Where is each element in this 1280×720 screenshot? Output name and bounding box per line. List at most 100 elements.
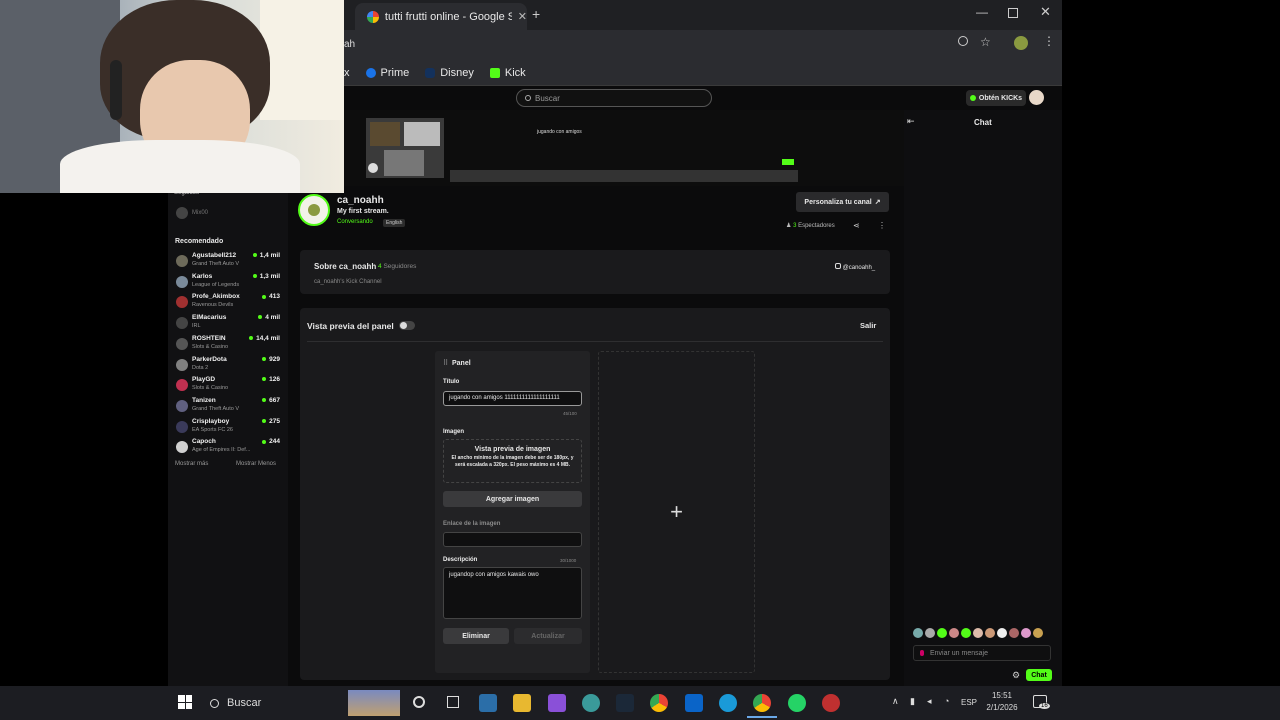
emote-icon[interactable] bbox=[925, 628, 935, 638]
outlook-icon[interactable] bbox=[685, 694, 703, 712]
bookmark-x[interactable]: x bbox=[344, 67, 350, 79]
profile-avatar[interactable] bbox=[1014, 36, 1028, 50]
notepad-icon[interactable] bbox=[479, 694, 497, 712]
chat-send-button[interactable]: Chat bbox=[1026, 669, 1052, 681]
speaker-icon[interactable]: ◂ bbox=[927, 696, 932, 707]
bookmark-prime[interactable]: Prime bbox=[365, 67, 409, 79]
list-item[interactable]: Agustabell212 Grand Theft Auto V 1,4 mil bbox=[174, 252, 282, 272]
channel-avatar[interactable] bbox=[298, 194, 330, 226]
network-icon[interactable]: ◔ bbox=[944, 696, 949, 706]
minimize-button[interactable]: — bbox=[976, 5, 988, 19]
cortana-icon[interactable] bbox=[413, 696, 425, 708]
stream-caption: jugando con amigos bbox=[537, 129, 582, 135]
viewer-count: 14,4 mil bbox=[249, 335, 280, 342]
whatsapp-icon[interactable] bbox=[788, 694, 806, 712]
update-button[interactable]: Actualizar bbox=[514, 628, 582, 644]
kick-icon bbox=[489, 67, 500, 78]
zoom-icon[interactable] bbox=[958, 36, 968, 46]
task-view-icon[interactable] bbox=[447, 696, 459, 708]
emote-icon[interactable] bbox=[1021, 628, 1031, 638]
panel-preview-toggle[interactable] bbox=[399, 321, 415, 330]
file-explorer-icon[interactable] bbox=[513, 694, 531, 712]
chat-input[interactable]: Enviar un mensaje bbox=[913, 645, 1051, 661]
bookmark-disney[interactable]: Disney bbox=[425, 67, 474, 79]
chat-panel bbox=[904, 110, 1062, 686]
viewer-count: 126 bbox=[262, 376, 280, 383]
viewer-count: 1,3 mil bbox=[253, 273, 280, 280]
title-input[interactable]: jugando con amigos 1111111111111111111 bbox=[443, 391, 582, 406]
mic-tray-icon[interactable]: ▮ bbox=[910, 696, 915, 707]
app-icon[interactable] bbox=[548, 694, 566, 712]
list-item[interactable]: ElMacarius IRL 4 mil bbox=[174, 314, 282, 334]
more-options-icon[interactable]: ⋮ bbox=[878, 221, 886, 230]
drag-handle-icon[interactable]: ⠿ bbox=[443, 359, 448, 367]
emote-icon[interactable] bbox=[997, 628, 1007, 638]
restore-button[interactable] bbox=[1008, 8, 1018, 18]
list-item[interactable]: Capoch Age of Empires II: Def... 244 bbox=[174, 438, 282, 458]
following-item[interactable]: Mix00 bbox=[174, 207, 282, 219]
browser-tab[interactable]: tutti frutti online - Google Sea ✕ bbox=[355, 3, 527, 30]
clock[interactable]: 15:51 2/1/2026 bbox=[985, 690, 1019, 714]
list-item[interactable]: Karlos League of Legends 1,3 mil bbox=[174, 273, 282, 293]
divider bbox=[307, 341, 883, 342]
list-item[interactable]: Tanizen Grand Theft Auto V 667 bbox=[174, 397, 282, 417]
tab-title: tutti frutti online - Google Sea bbox=[384, 10, 512, 23]
edge-icon[interactable] bbox=[719, 694, 737, 712]
emote-icon[interactable] bbox=[949, 628, 959, 638]
about-title: Sobre ca_noahh bbox=[314, 262, 377, 271]
app-icon[interactable] bbox=[822, 694, 840, 712]
new-tab-button[interactable]: + bbox=[532, 6, 540, 22]
instagram-link[interactable]: @canoahh_ bbox=[835, 263, 875, 271]
language-indicator[interactable]: ESP bbox=[961, 698, 977, 707]
search-placeholder: Buscar bbox=[535, 93, 560, 103]
app-icon[interactable] bbox=[582, 694, 600, 712]
emote-icon[interactable] bbox=[1009, 628, 1019, 638]
user-avatar[interactable] bbox=[1029, 90, 1044, 105]
play-icon[interactable] bbox=[368, 163, 378, 173]
chrome-icon[interactable] bbox=[650, 694, 668, 712]
emote-icon[interactable] bbox=[985, 628, 995, 638]
streamer-category: Grand Theft Auto V bbox=[192, 261, 239, 267]
list-item[interactable]: Crisplayboy EA Sports FC 26 275 bbox=[174, 418, 282, 438]
avatar bbox=[176, 317, 188, 330]
search-input[interactable]: Buscar bbox=[516, 89, 712, 107]
stream-category[interactable]: Conversando bbox=[337, 219, 373, 225]
delete-button[interactable]: Eliminar bbox=[443, 628, 509, 644]
chat-settings-icon[interactable]: ⚙ bbox=[1012, 670, 1020, 681]
list-item[interactable]: Profe_Akimbox Ravenous Devils 413 bbox=[174, 293, 282, 313]
viewers-number: 3 bbox=[793, 223, 797, 229]
exit-button[interactable]: Salir bbox=[860, 321, 876, 330]
tray-chevron-icon[interactable]: ∧ bbox=[892, 696, 899, 707]
streamer-category: Age of Empires II: Def... bbox=[192, 447, 251, 454]
emote-icon[interactable] bbox=[937, 628, 947, 638]
collapse-chat-icon[interactable]: ⇤ bbox=[907, 116, 915, 127]
bookmark-star-icon[interactable]: ☆ bbox=[980, 35, 991, 49]
close-window-button[interactable]: ✕ bbox=[1040, 4, 1051, 20]
add-image-button[interactable]: Agregar imagen bbox=[443, 491, 582, 507]
show-more-link[interactable]: Mostrar más bbox=[175, 461, 208, 467]
image-link-input[interactable] bbox=[443, 532, 582, 547]
close-tab-icon[interactable]: ✕ bbox=[518, 10, 527, 23]
browser-menu-icon[interactable]: ⋮ bbox=[1043, 34, 1055, 48]
emote-icon[interactable] bbox=[973, 628, 983, 638]
add-panel-area[interactable]: + bbox=[598, 351, 755, 673]
bookmark-kick[interactable]: Kick bbox=[489, 67, 526, 79]
stream-taskbar-strip bbox=[450, 170, 798, 182]
image-preview-title: Vista previa de imagen bbox=[474, 446, 551, 453]
language-badge: English bbox=[383, 219, 406, 227]
description-input[interactable]: jugandop con amigos kawais owo bbox=[443, 567, 582, 619]
chrome-active-icon[interactable] bbox=[753, 694, 771, 712]
emote-icon[interactable] bbox=[913, 628, 923, 638]
customize-channel-button[interactable]: Personaliza tu canal ↗ bbox=[796, 192, 889, 212]
steam-icon[interactable] bbox=[616, 694, 634, 712]
list-item[interactable]: PlayGD Slots & Casino 126 bbox=[174, 376, 282, 396]
list-item[interactable]: ROSHTEIN Slots & Casino 14,4 mil bbox=[174, 335, 282, 355]
show-less-link[interactable]: Mostrar Menos bbox=[236, 461, 276, 467]
share-icon[interactable]: ⋖ bbox=[853, 221, 860, 230]
emote-icon[interactable] bbox=[1033, 628, 1043, 638]
windows-start-icon[interactable] bbox=[178, 695, 192, 709]
emote-icon[interactable] bbox=[961, 628, 971, 638]
address-bar[interactable]: ah ☆ ⋮ bbox=[344, 30, 1062, 60]
list-item[interactable]: ParkerDota Dota 2 929 bbox=[174, 356, 282, 376]
get-kicks-button[interactable]: Obtén KICKs bbox=[966, 90, 1026, 106]
